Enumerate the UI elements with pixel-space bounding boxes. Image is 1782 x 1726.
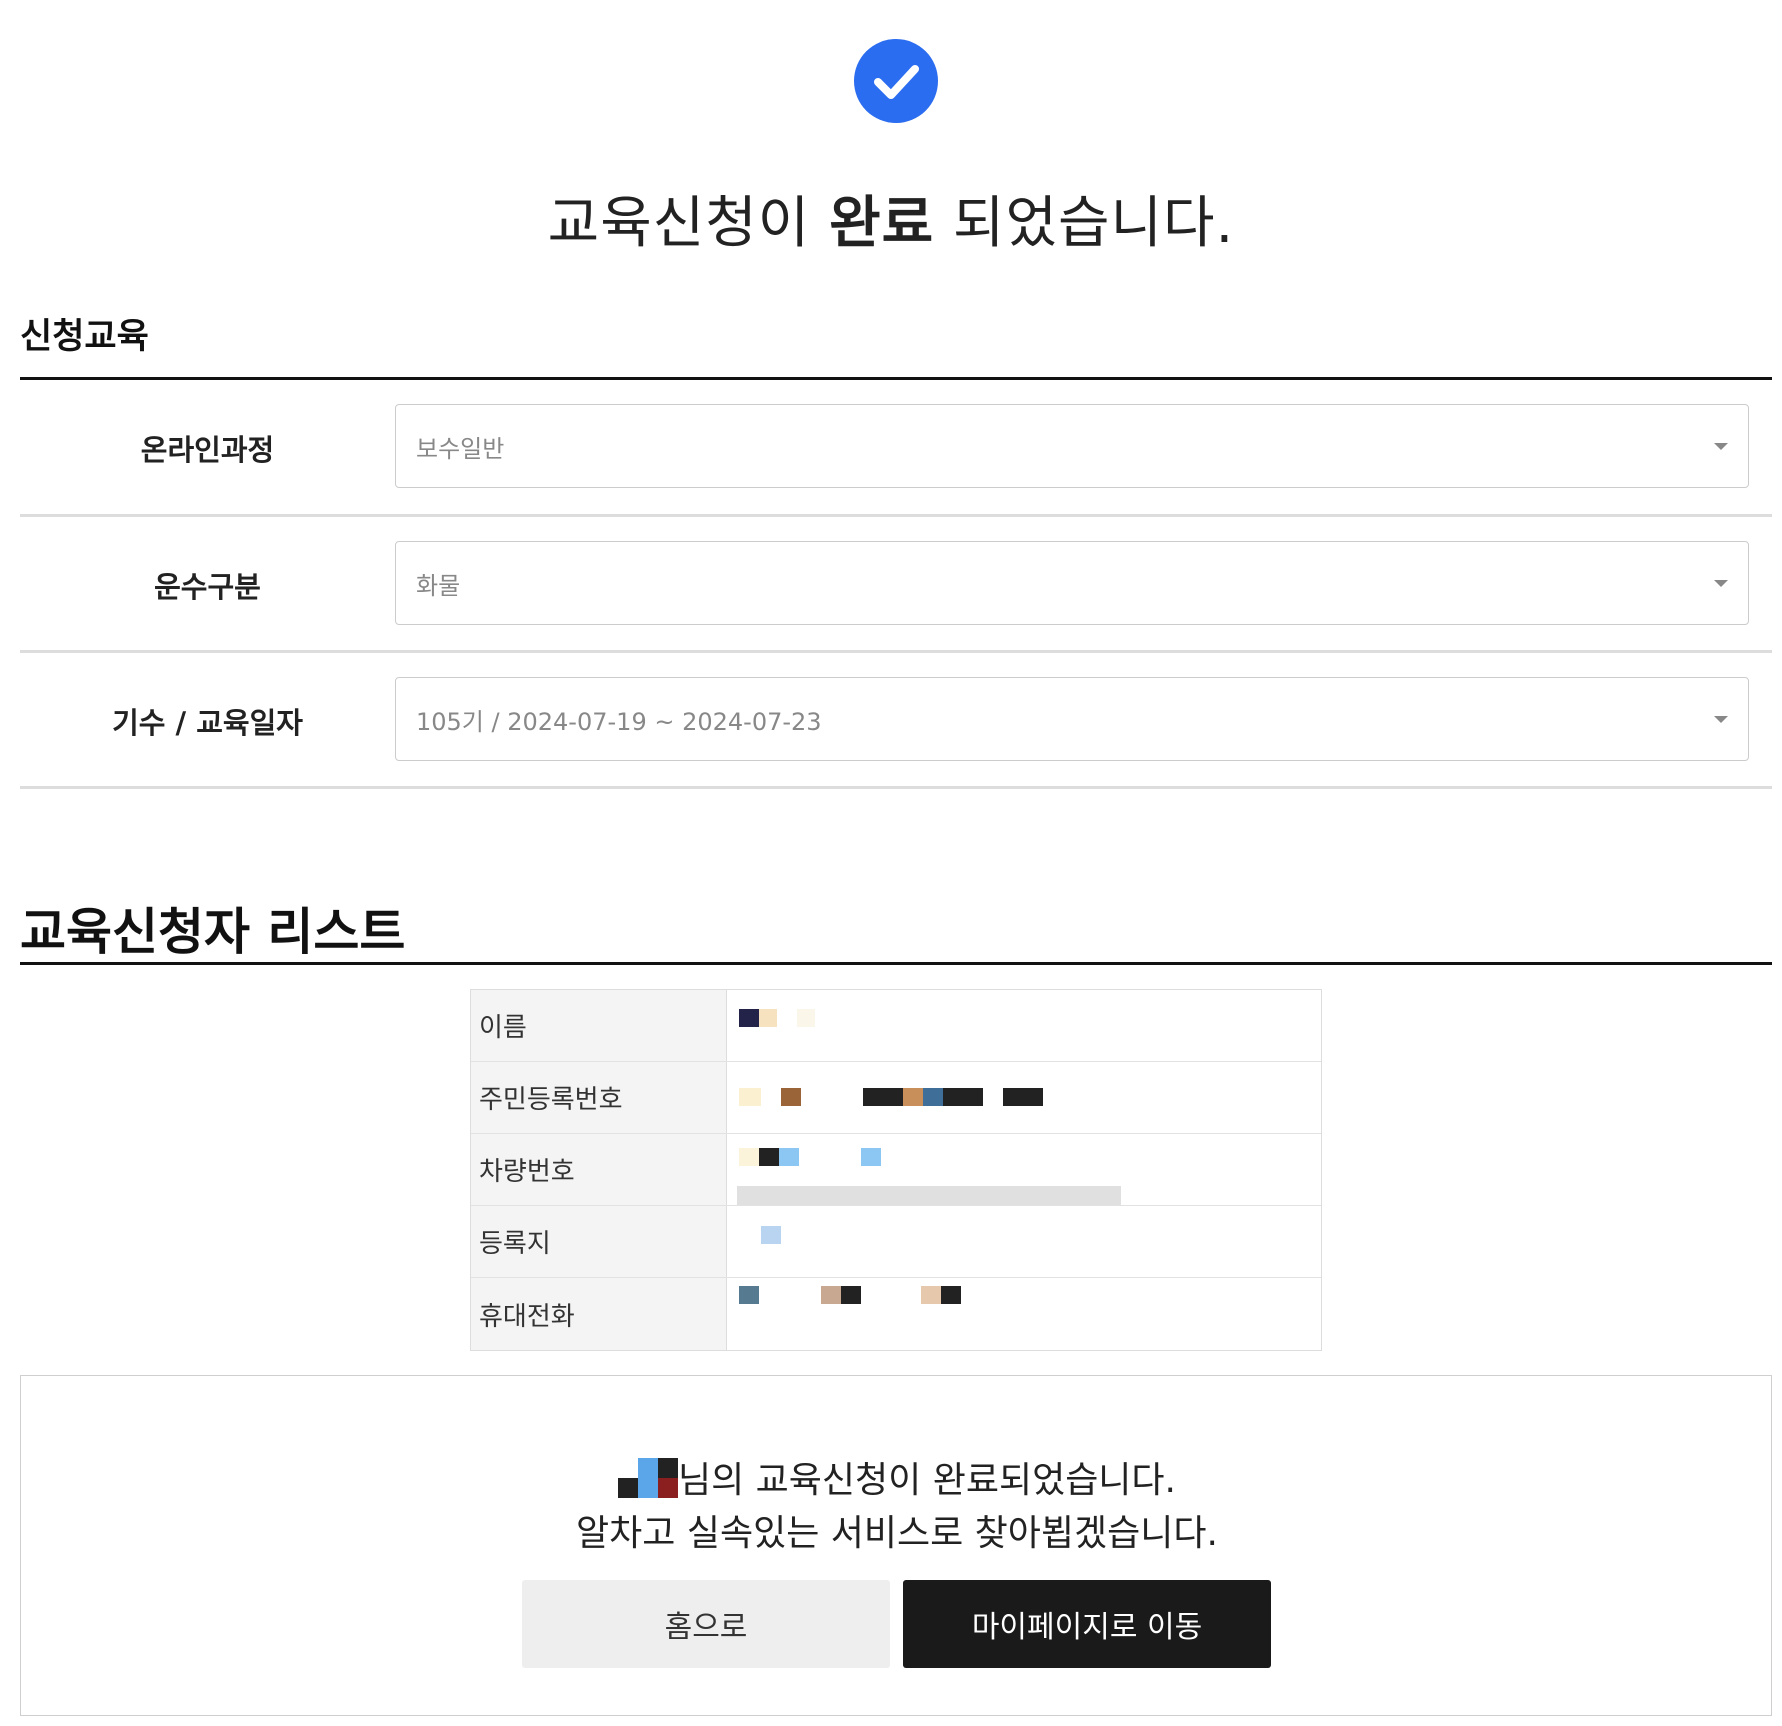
completion-message-box: 님의 교육신청이 완료되었습니다. 알차고 실속있는 서비스로 찾아뵙겠습니다.… bbox=[20, 1375, 1772, 1716]
course-label: 온라인과정 bbox=[140, 433, 275, 467]
vehicle-key: 차량번호 bbox=[471, 1134, 727, 1205]
session-select-value: 105기 / 2024-07-19 ~ 2024-07-23 bbox=[416, 707, 822, 736]
transport-select[interactable]: 화물 bbox=[395, 541, 1749, 625]
course-select-value: 보수일반 bbox=[416, 434, 505, 463]
session-select[interactable]: 105기 / 2024-07-19 ~ 2024-07-23 bbox=[395, 677, 1749, 761]
section-divider bbox=[20, 962, 1772, 965]
applicant-section-title: 교육신청자 리스트 bbox=[20, 903, 406, 961]
name-key: 이름 bbox=[471, 990, 727, 1061]
chevron-down-icon bbox=[1714, 716, 1728, 723]
chevron-down-icon bbox=[1714, 580, 1728, 587]
form-row-transport: 운수구분 화물 bbox=[20, 517, 1772, 653]
region-value-redacted bbox=[727, 1206, 1321, 1277]
session-label: 기수 / 교육일자 bbox=[112, 706, 303, 740]
rrn-key: 주민등록번호 bbox=[471, 1062, 727, 1133]
table-row: 이름 bbox=[471, 990, 1321, 1062]
message-line-1-text: 님의 교육신청이 완료되었습니다. bbox=[677, 1460, 1176, 1501]
table-row: 휴대전화 bbox=[471, 1278, 1321, 1350]
message-line-1: 님의 교육신청이 완료되었습니다. bbox=[21, 1451, 1773, 1503]
name-value-redacted bbox=[727, 990, 1321, 1061]
phone-value-redacted bbox=[727, 1278, 1321, 1350]
check-circle-icon bbox=[854, 39, 938, 123]
home-button[interactable]: 홈으로 bbox=[522, 1580, 890, 1668]
region-key: 등록지 bbox=[471, 1206, 727, 1277]
row-divider bbox=[20, 786, 1772, 789]
title-strong: 완료 bbox=[829, 191, 935, 256]
transport-label: 운수구분 bbox=[154, 570, 261, 604]
rrn-value-redacted bbox=[727, 1062, 1321, 1133]
course-section-title: 신청교육 bbox=[20, 317, 149, 357]
phone-key: 휴대전화 bbox=[471, 1278, 727, 1350]
table-row: 차량번호 bbox=[471, 1134, 1321, 1206]
form-row-session: 기수 / 교육일자 105기 / 2024-07-19 ~ 2024-07-23 bbox=[20, 653, 1772, 789]
form-row-course: 온라인과정 보수일반 bbox=[20, 380, 1772, 516]
transport-select-value: 화물 bbox=[416, 571, 461, 600]
chevron-down-icon bbox=[1714, 443, 1728, 450]
user-name-redacted bbox=[617, 1458, 678, 1498]
mypage-button[interactable]: 마이페이지로 이동 bbox=[903, 1580, 1271, 1668]
course-select[interactable]: 보수일반 bbox=[395, 404, 1749, 488]
page-title: 교육신청이 완료 되었습니다. bbox=[0, 178, 1782, 259]
title-suffix: 되었습니다. bbox=[934, 191, 1235, 256]
table-row: 주민등록번호 bbox=[471, 1062, 1321, 1134]
vehicle-value-redacted bbox=[727, 1134, 1321, 1205]
applicant-info-table: 이름 주민등록번호 차량번호 등록지 휴대전화 bbox=[470, 989, 1322, 1351]
title-prefix: 교육신청이 bbox=[547, 191, 830, 256]
table-row: 등록지 bbox=[471, 1206, 1321, 1278]
message-line-2: 알차고 실속있는 서비스로 찾아뵙겠습니다. bbox=[576, 1513, 1218, 1554]
